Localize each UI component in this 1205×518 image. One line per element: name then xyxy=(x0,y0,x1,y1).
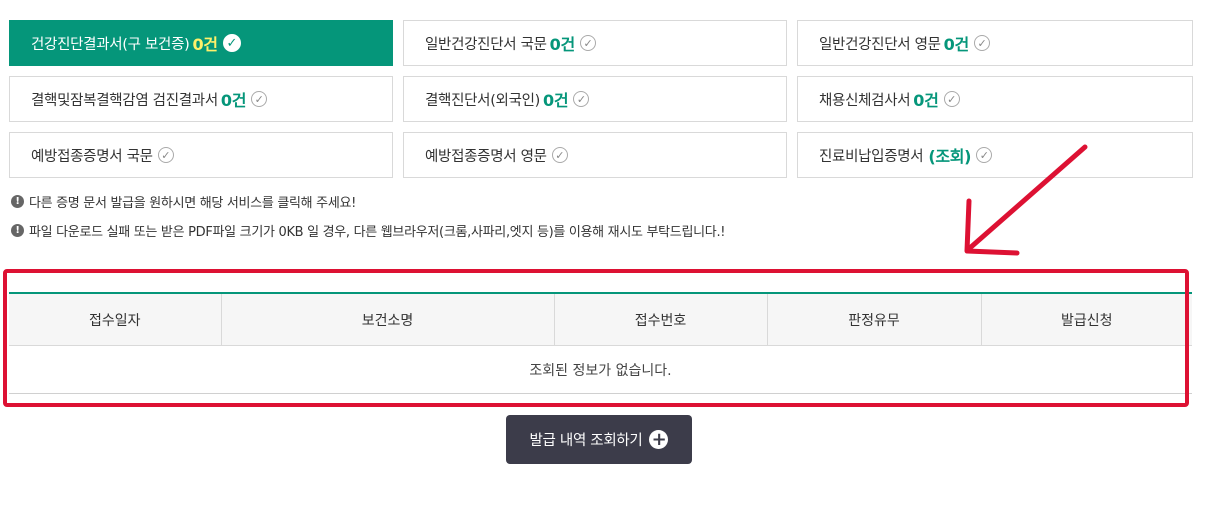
card-label: 진료비납입증명서 xyxy=(819,148,924,165)
col-header-judgement: 판정유무 xyxy=(767,294,982,346)
notice-line-2: ! 파일 다운로드 실패 또는 받은 PDF파일 크기가 0KB 일 경우, 다… xyxy=(11,221,726,240)
card-tb-foreigner[interactable]: 결핵진단서(외국인) 0건 ✓ xyxy=(403,76,787,122)
check-circle-icon: ✓ xyxy=(157,147,174,163)
card-count: 0건 xyxy=(192,35,218,54)
col-header-issue: 발급신청 xyxy=(981,294,1192,346)
card-label: 예방접종증명서 국문 xyxy=(31,148,153,165)
card-label: 결핵및잠복결핵감염 검진결과서 xyxy=(31,92,218,109)
empty-message: 조회된 정보가 없습니다. xyxy=(9,345,1192,394)
card-vaccination-english[interactable]: 예방접종증명서 영문 ✓ xyxy=(403,132,787,178)
table-header-row: 접수일자 보건소명 접수번호 판정유무 발급신청 xyxy=(9,294,1192,346)
results-table: 접수일자 보건소명 접수번호 판정유무 발급신청 조회된 정보가 없습니다. xyxy=(9,292,1192,394)
card-tb-screening[interactable]: 결핵및잠복결핵감염 검진결과서 0건 ✓ xyxy=(9,76,393,122)
card-count: 0건 xyxy=(220,91,247,110)
card-label: 예방접종증명서 영문 xyxy=(425,148,547,165)
card-vaccination-korean[interactable]: 예방접종증명서 국문 ✓ xyxy=(9,132,393,178)
col-header-clinic: 보건소명 xyxy=(221,294,555,346)
card-label: 채용신체검사서 xyxy=(819,92,911,109)
check-circle-icon: ✓ xyxy=(579,35,596,51)
card-count: 0건 xyxy=(913,91,939,110)
exclamation-circle-icon: ! xyxy=(11,195,24,208)
card-count: 0건 xyxy=(543,91,569,110)
certificate-grid: 건강진단결과서(구 보건증) 0건 ✓ 일반건강진단서 국문 0건 ✓ 일반건강… xyxy=(9,20,1193,178)
check-circle-icon: ✓ xyxy=(976,147,993,163)
card-label: 일반건강진단서 국문 xyxy=(425,36,547,53)
check-circle-icon: ✓ xyxy=(251,91,268,107)
exclamation-circle-icon: ! xyxy=(11,224,24,237)
check-circle-icon: ✓ xyxy=(943,91,960,107)
check-circle-icon: ✓ xyxy=(222,34,241,52)
card-count: 0건 xyxy=(943,35,970,54)
query-history-label: 발급 내역 조회하기 xyxy=(529,433,643,449)
card-health-certificate[interactable]: 건강진단결과서(구 보건증) 0건 ✓ xyxy=(9,20,393,66)
query-history-button[interactable]: 발급 내역 조회하기 + xyxy=(506,415,692,464)
card-inquiry-tag: (조회) xyxy=(928,147,972,166)
card-label: 결핵진단서(외국인) xyxy=(425,92,541,109)
notice-line-1: ! 다른 증명 문서 발급을 원하시면 해당 서비스를 클릭해 주세요! xyxy=(11,192,356,211)
card-general-health-korean[interactable]: 일반건강진단서 국문 0건 ✓ xyxy=(403,20,787,66)
check-circle-icon: ✓ xyxy=(551,147,568,163)
card-employment-physical[interactable]: 채용신체검사서 0건 ✓ xyxy=(797,76,1193,122)
table-row: 조회된 정보가 없습니다. xyxy=(9,345,1192,394)
card-label: 건강진단결과서(구 보건증) xyxy=(31,36,190,53)
plus-circle-icon: + xyxy=(649,430,669,449)
notice-text: 파일 다운로드 실패 또는 받은 PDF파일 크기가 0KB 일 경우, 다른 … xyxy=(29,225,726,240)
check-circle-icon: ✓ xyxy=(573,91,590,107)
col-header-receipt-number: 접수번호 xyxy=(554,294,768,346)
card-label: 일반건강진단서 영문 xyxy=(819,36,941,53)
notice-text: 다른 증명 문서 발급을 원하시면 해당 서비스를 클릭해 주세요! xyxy=(29,196,357,211)
card-medical-payment[interactable]: 진료비납입증명서 (조회) ✓ xyxy=(797,132,1193,178)
check-circle-icon: ✓ xyxy=(973,35,990,51)
card-count: 0건 xyxy=(549,35,576,54)
col-header-date: 접수일자 xyxy=(9,294,222,346)
card-general-health-english[interactable]: 일반건강진단서 영문 0건 ✓ xyxy=(797,20,1193,66)
